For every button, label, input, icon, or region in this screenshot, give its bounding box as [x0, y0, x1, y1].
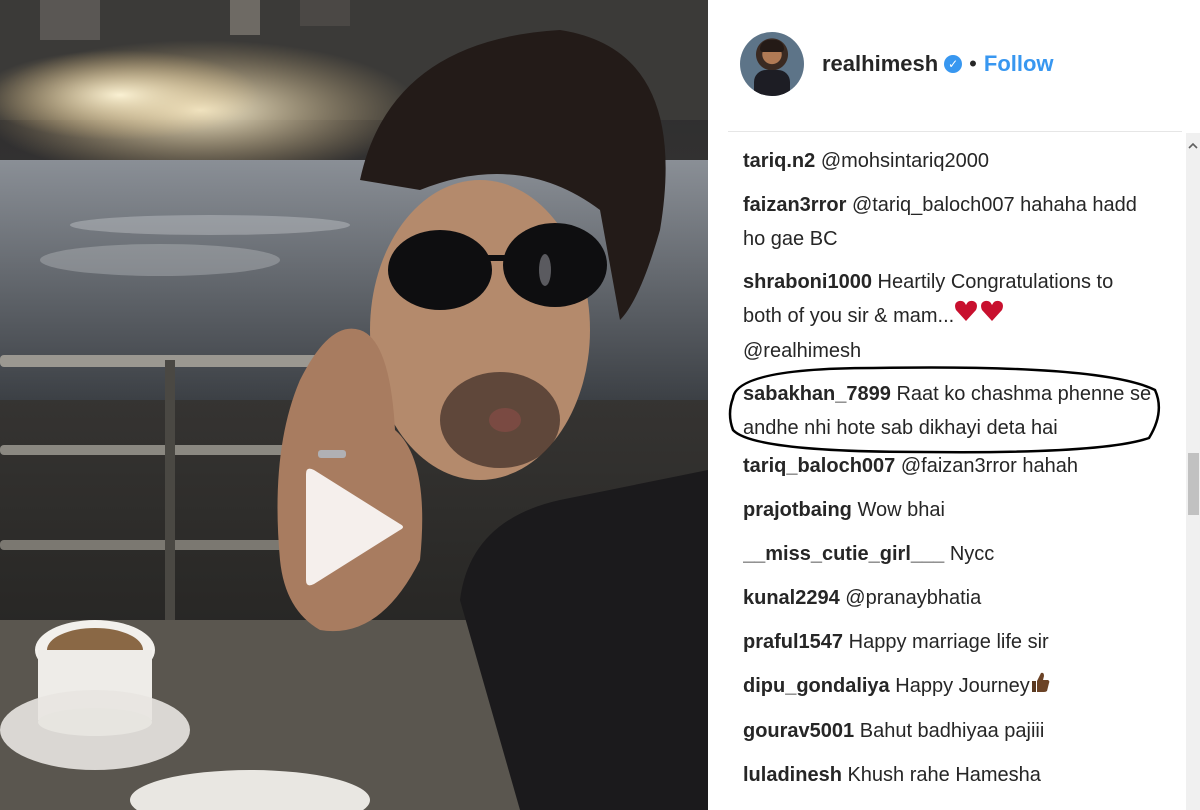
- comment-username[interactable]: luladinesh: [743, 764, 842, 786]
- comment-mention[interactable]: @tariq_baloch007: [852, 194, 1015, 216]
- comment-item: __miss_cutie_girl___ Nycc: [743, 537, 1153, 571]
- verified-badge-icon: ✓: [944, 55, 963, 73]
- comment-username[interactable]: tariq.n2: [743, 150, 815, 172]
- comment-item: gourav5001 Bahut badhiyaa pajiii: [743, 714, 1153, 748]
- comments-scrollbar[interactable]: [1186, 133, 1200, 810]
- comment-item: praful1547 Happy marriage life sir: [743, 625, 1153, 659]
- comment-username[interactable]: shraboni1000: [743, 271, 872, 293]
- comments-list: tariq.n2 @mohsintariq2000 faizan3rror @t…: [743, 144, 1153, 810]
- video-still: [0, 0, 708, 810]
- comment-mention[interactable]: @faizan3rror: [901, 455, 1017, 477]
- comment-item: faizan3rror @tariq_baloch007 hahaha hadd…: [743, 188, 1153, 256]
- comment-username[interactable]: __miss_cutie_girl___: [743, 543, 944, 565]
- comment-mention[interactable]: @pranaybhatia: [845, 587, 981, 609]
- comment-username[interactable]: gourav5001: [743, 720, 854, 742]
- comment-username[interactable]: dipu_gondaliya: [743, 675, 890, 697]
- comment-text: Khush rahe Hamesha: [847, 763, 1041, 786]
- thumbs-up-icon: [1030, 670, 1050, 704]
- post-sidebar: realhimesh ✓ • Follow tariq.n2 @mohsinta…: [708, 0, 1200, 810]
- video-frame[interactable]: [0, 0, 708, 810]
- post-username[interactable]: realhimesh: [822, 51, 938, 77]
- comment-text: Bahut badhiyaa pajiii: [859, 719, 1045, 742]
- comment-text: Happy marriage life sir: [848, 631, 1049, 654]
- red-heart-icon: [954, 299, 1004, 334]
- play-icon: [306, 468, 403, 586]
- comment-item: luladinesh Khush rahe Hamesha: [743, 758, 1153, 792]
- comment-mention[interactable]: @mohsintariq2000: [821, 150, 989, 172]
- comment-text: hahah: [1022, 455, 1078, 478]
- comment-username[interactable]: tariq_baloch007: [743, 455, 895, 477]
- comment-item: tariq.n2 @mohsintariq2000: [743, 144, 1153, 178]
- comment-item: prajotbaing Wow bhai: [743, 493, 1153, 527]
- avatar[interactable]: [740, 32, 804, 96]
- comment-item: sabakhan_7899 Raat ko chashma phenne se …: [743, 377, 1153, 445]
- comment-item: kunal2294 @pranaybhatia: [743, 581, 1153, 615]
- scroll-thumb[interactable]: [1188, 453, 1199, 515]
- comment-text: Wow bhai: [857, 499, 945, 522]
- comment-text: Happy Journey: [895, 675, 1030, 698]
- comment-username[interactable]: sabakhan_7899: [743, 383, 891, 405]
- separator-dot: •: [969, 51, 977, 76]
- comment-username[interactable]: praful1547: [743, 631, 843, 653]
- post-header: realhimesh ✓ • Follow: [740, 24, 1180, 104]
- comment-mention[interactable]: @realhimesh: [743, 340, 861, 362]
- header-divider: [728, 131, 1182, 132]
- comment-item: tariq_baloch007 @faizan3rror hahah: [743, 449, 1153, 483]
- comment-username[interactable]: prajotbaing: [743, 499, 852, 521]
- comment-item: shraboni1000 Heartily Congratulations to…: [743, 265, 1153, 368]
- comment-username[interactable]: kunal2294: [743, 587, 840, 609]
- follow-button[interactable]: Follow: [984, 51, 1054, 77]
- comment-item: dipu_gondaliya Happy Journey: [743, 669, 1153, 704]
- comment-text: Nycc: [949, 543, 995, 566]
- scroll-up-icon[interactable]: [1188, 141, 1198, 151]
- comment-username[interactable]: faizan3rror: [743, 194, 846, 216]
- play-button[interactable]: [300, 462, 410, 592]
